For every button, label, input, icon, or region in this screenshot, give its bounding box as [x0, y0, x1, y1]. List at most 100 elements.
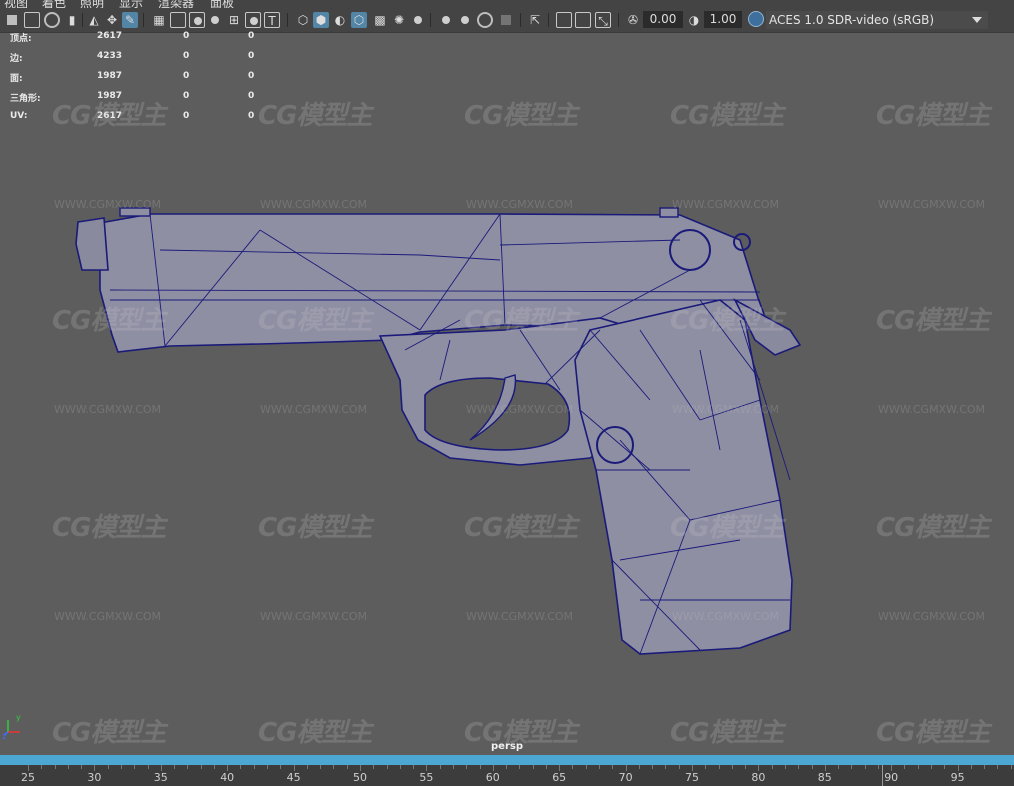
watermark-url: WWW.CGMXW.COM [54, 403, 162, 416]
frame-tick [253, 765, 255, 769]
frame-tick [506, 765, 508, 769]
current-frame-marker[interactable] [882, 765, 883, 786]
frame-label: 55 [419, 771, 434, 784]
frame-label: 65 [552, 771, 567, 784]
frame-label: 75 [685, 771, 699, 784]
watermark-logo: CG模型主 [52, 513, 166, 543]
frame-tick [718, 765, 720, 769]
watermark-url: WWW.CGMXW.COM [466, 610, 574, 623]
watermark-logo: CG模型主 [258, 306, 372, 336]
frame-tick [811, 765, 813, 769]
frame-tick [891, 765, 893, 771]
frame-tick [160, 765, 162, 771]
watermark-url: WWW.CGMXW.COM [672, 198, 780, 211]
watermark-logo: CG模型主 [258, 101, 372, 131]
frame-tick [426, 765, 428, 771]
frame-tick [692, 765, 693, 771]
frame-label: 80 [751, 771, 766, 784]
pistol-muzzle [75, 217, 109, 271]
watermark-logo: CG模型主 [258, 513, 372, 543]
watermark-logo: CG模型主 [464, 101, 578, 131]
frame-tick [373, 765, 375, 769]
time-slider-bar[interactable] [0, 755, 1014, 765]
frame-tick [838, 765, 840, 769]
watermark-logo: CG模型主 [876, 513, 990, 543]
frame-tick [731, 765, 733, 769]
hud-row-faces: 面: 1987 0 0 [10, 71, 255, 84]
frame-tick [227, 765, 229, 771]
frame-tick [931, 765, 933, 769]
watermark-logo: CG模型主 [670, 513, 784, 543]
watermark-logo: CG模型主 [52, 306, 166, 336]
frame-tick [771, 765, 773, 769]
watermark-url: WWW.CGMXW.COM [260, 403, 368, 416]
frame-tick [267, 765, 269, 769]
watermark-logo: CG模型主 [464, 513, 578, 543]
watermark-logo: CG模型主 [670, 101, 784, 131]
frame-tick [399, 765, 401, 769]
frame-label: 90 [884, 771, 899, 784]
watermark-logo: CG模型主 [464, 306, 578, 336]
frame-tick [705, 765, 707, 769]
frame-tick [413, 765, 415, 769]
frame-label: 85 [817, 771, 832, 784]
frame-label: 25 [21, 771, 35, 784]
frame-tick [957, 765, 959, 771]
frame-tick [174, 765, 176, 769]
frame-tick [798, 765, 800, 769]
frame-tick [28, 765, 29, 771]
watermark-url: WWW.CGMXW.COM [54, 610, 162, 623]
frame-tick [346, 765, 348, 769]
camera-label: persp [491, 741, 523, 752]
frame-tick [386, 765, 388, 769]
frame-tick [758, 765, 760, 771]
frame-tick [559, 765, 561, 771]
hud-row-edges: 边: 4233 0 0 [10, 51, 255, 64]
watermark-logo: CG模型主 [876, 306, 990, 336]
frame-label: 70 [618, 771, 633, 784]
frame-tick [665, 765, 667, 769]
frame-tick [745, 765, 747, 769]
frame-tick [134, 765, 136, 769]
watermark-url: WWW.CGMXW.COM [878, 403, 986, 416]
frame-tick [479, 765, 481, 769]
watermark-url: WWW.CGMXW.COM [672, 610, 780, 623]
frame-label: 35 [153, 771, 168, 784]
watermark-logo: CG模型主 [876, 101, 990, 131]
frame-label: 60 [485, 771, 500, 784]
frame-tick [851, 765, 853, 769]
watermark-url: WWW.CGMXW.COM [260, 610, 368, 623]
frame-tick [452, 765, 454, 769]
frame-tick [784, 765, 786, 769]
frame-label: 30 [87, 771, 102, 784]
axis-y-label: y [16, 713, 21, 722]
frame-tick [200, 765, 202, 769]
frame-tick [585, 765, 587, 769]
axis-z-label: z [2, 732, 6, 740]
frame-tick [638, 765, 640, 769]
frame-tick [280, 765, 282, 769]
watermark-url: WWW.CGMXW.COM [466, 403, 574, 416]
frame-tick [519, 765, 521, 769]
frame-tick [572, 765, 574, 769]
frame-tick [997, 765, 999, 769]
frame-tick [652, 765, 654, 769]
watermark-url: WWW.CGMXW.COM [672, 403, 780, 416]
frame-label: 95 [950, 771, 965, 784]
watermark-url: WWW.CGMXW.COM [54, 198, 162, 211]
frame-tick [492, 765, 494, 771]
frame-tick [320, 765, 322, 769]
hud-row-vertices: 顶点: 2617 0 0 [10, 31, 255, 44]
pistol-grip [574, 299, 793, 655]
frame-tick [678, 765, 680, 769]
frame-tick [213, 765, 215, 769]
frame-tick [81, 765, 83, 769]
frame-tick [864, 765, 866, 769]
time-ruler[interactable]: 25 30 35 40 45 50 55 60 65 70 75 80 85 90 95 [0, 765, 1014, 786]
watermark-url: WWW.CGMXW.COM [260, 198, 368, 211]
frame-tick [333, 765, 335, 769]
frame-tick [147, 765, 149, 769]
frame-tick [107, 765, 109, 769]
frame-label: 45 [286, 771, 301, 784]
watermark-logo: CG模型主 [52, 101, 166, 131]
